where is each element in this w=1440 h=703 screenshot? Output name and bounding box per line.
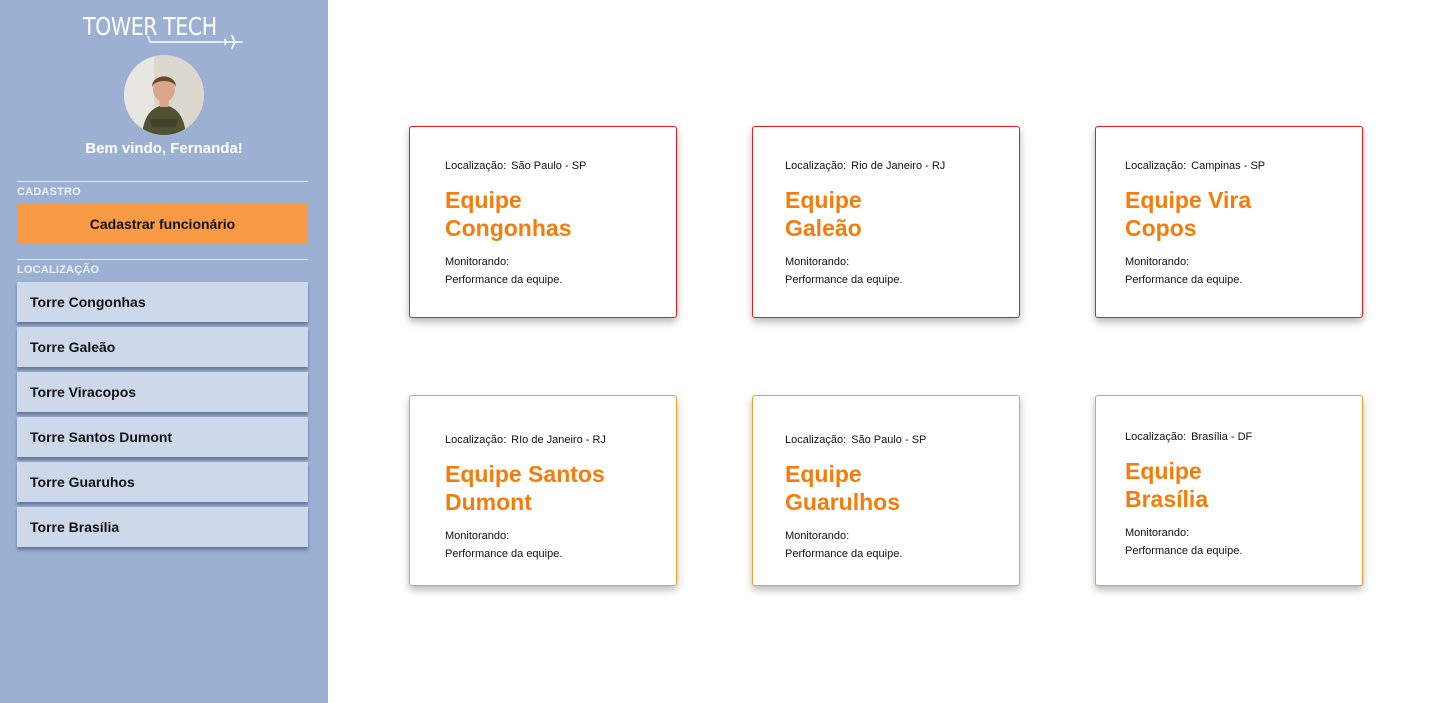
card-location: Localização: Rio de Janeiro - RJ <box>785 160 999 172</box>
monitoring-value: Performance da equipe. <box>785 548 903 560</box>
monitoring-label: Monitorando: <box>785 530 850 542</box>
section-label-cadastro: CADASTRO <box>17 186 81 198</box>
location-value: RIo de Janeiro - RJ <box>511 434 606 446</box>
card-location: Localização: Campinas - SP <box>1125 160 1342 172</box>
monitoring-label: Monitorando: <box>1125 256 1190 268</box>
card-title-line: Equipe Vira <box>1125 187 1252 213</box>
airplane-icon <box>147 35 243 49</box>
card-location: Localização: Brasília - DF <box>1125 431 1342 443</box>
location-value: São Paulo - SP <box>851 434 927 446</box>
card-location: Localização: São Paulo - SP <box>445 160 656 172</box>
location-label: Localização: <box>785 434 847 446</box>
monitoring-label: Monitorando: <box>1125 527 1190 539</box>
card-title: Equipe Guarulhos <box>785 460 999 516</box>
location-value: Rio de Janeiro - RJ <box>851 160 946 172</box>
sidebar-item-torre-brasilia[interactable]: Torre Brasília <box>17 507 308 547</box>
location-label: Localização: <box>1125 431 1187 443</box>
card-title-line: Congonhas <box>445 215 572 241</box>
app: TOWER TECH Bem vindo, Fernanda! CADASTRO… <box>0 0 1440 703</box>
card-monitoring: Monitorando: Performance da equipe. <box>445 527 656 563</box>
card-title-line: Equipe <box>1125 458 1202 484</box>
card-monitoring: Monitorando: Performance da equipe. <box>785 253 999 289</box>
team-card-brasilia[interactable]: Localização: Brasília - DF Equipe Brasília… <box>1095 395 1363 586</box>
monitoring-value: Performance da equipe. <box>445 274 563 286</box>
location-label: Localização: <box>445 434 507 446</box>
welcome-message: Bem vindo, Fernanda! <box>85 140 243 157</box>
tower-tech-logo[interactable]: TOWER TECH <box>82 10 247 52</box>
section-label-localizacao: LOCALIZAÇÃO <box>17 264 100 276</box>
location-value: Campinas - SP <box>1191 160 1266 172</box>
card-title-line: Equipe Santos <box>445 461 605 487</box>
monitoring-label: Monitorando: <box>445 530 510 542</box>
tower-list: Torre Congonhas Torre Galeão Torre Virac… <box>17 282 308 552</box>
card-location: Localização: São Paulo - SP <box>785 434 999 446</box>
team-card-viracopos[interactable]: Localização: Campinas - SP Equipe Vira Cop… <box>1095 126 1363 318</box>
user-avatar[interactable] <box>124 55 204 135</box>
card-title-line: Equipe <box>445 187 522 213</box>
card-title: Equipe Brasília <box>1125 457 1342 513</box>
sidebar-item-torre-galeao[interactable]: Torre Galeão <box>17 327 308 367</box>
location-value: São Paulo - SP <box>511 160 587 172</box>
card-title-line: Copos <box>1125 215 1197 241</box>
sidebar: TOWER TECH Bem vindo, Fernanda! CADASTRO… <box>0 0 328 703</box>
team-card-congonhas[interactable]: Localização: São Paulo - SP Equipe Congonh… <box>409 126 677 318</box>
monitoring-label: Monitorando: <box>785 256 850 268</box>
sidebar-item-torre-congonhas[interactable]: Torre Congonhas <box>17 282 308 322</box>
card-monitoring: Monitorando: Performance da equipe. <box>1125 253 1342 289</box>
team-card-guarulhos[interactable]: Localização: São Paulo - SP Equipe Guarulh… <box>752 395 1020 586</box>
card-location: Localização: RIo de Janeiro - RJ <box>445 434 656 446</box>
monitoring-value: Performance da equipe. <box>785 274 903 286</box>
card-monitoring: Monitorando: Performance da equipe. <box>785 527 999 563</box>
card-title: Equipe Santos Dumont <box>445 460 656 516</box>
card-title: Equipe Vira Copos <box>1125 186 1342 242</box>
sidebar-item-torre-viracopos[interactable]: Torre Viracopos <box>17 372 308 412</box>
monitoring-value: Performance da equipe. <box>1125 274 1243 286</box>
sidebar-item-torre-guarulhos[interactable]: Torre Guaruhos <box>17 462 308 502</box>
location-label: Localização: <box>445 160 507 172</box>
card-title-line: Galeão <box>785 215 862 241</box>
card-title-line: Equipe <box>785 461 862 487</box>
card-title-line: Dumont <box>445 489 532 515</box>
card-title-line: Equipe <box>785 187 862 213</box>
divider <box>17 181 308 182</box>
monitoring-value: Performance da equipe. <box>1125 545 1243 557</box>
monitoring-label: Monitorando: <box>445 256 510 268</box>
team-card-santos-dumont[interactable]: Localização: RIo de Janeiro - RJ Equipe S… <box>409 395 677 586</box>
team-card-galeao[interactable]: Localização: Rio de Janeiro - RJ Equipe Ga… <box>752 126 1020 318</box>
card-title: Equipe Galeão <box>785 186 999 242</box>
location-value: Brasília - DF <box>1191 431 1253 443</box>
avatar-photo <box>124 55 204 135</box>
location-label: Localização: <box>785 160 847 172</box>
monitoring-value: Performance da equipe. <box>445 548 563 560</box>
sidebar-item-torre-santos-dumont[interactable]: Torre Santos Dumont <box>17 417 308 457</box>
card-title-line: Guarulhos <box>785 489 901 515</box>
card-title-line: Brasília <box>1125 486 1209 512</box>
card-monitoring: Monitorando: Performance da equipe. <box>445 253 656 289</box>
register-employee-button[interactable]: Cadastrar funcionário <box>17 204 308 243</box>
card-title: Equipe Congonhas <box>445 186 656 242</box>
location-label: Localização: <box>1125 160 1187 172</box>
card-monitoring: Monitorando: Performance da equipe. <box>1125 524 1342 560</box>
divider <box>17 259 308 260</box>
